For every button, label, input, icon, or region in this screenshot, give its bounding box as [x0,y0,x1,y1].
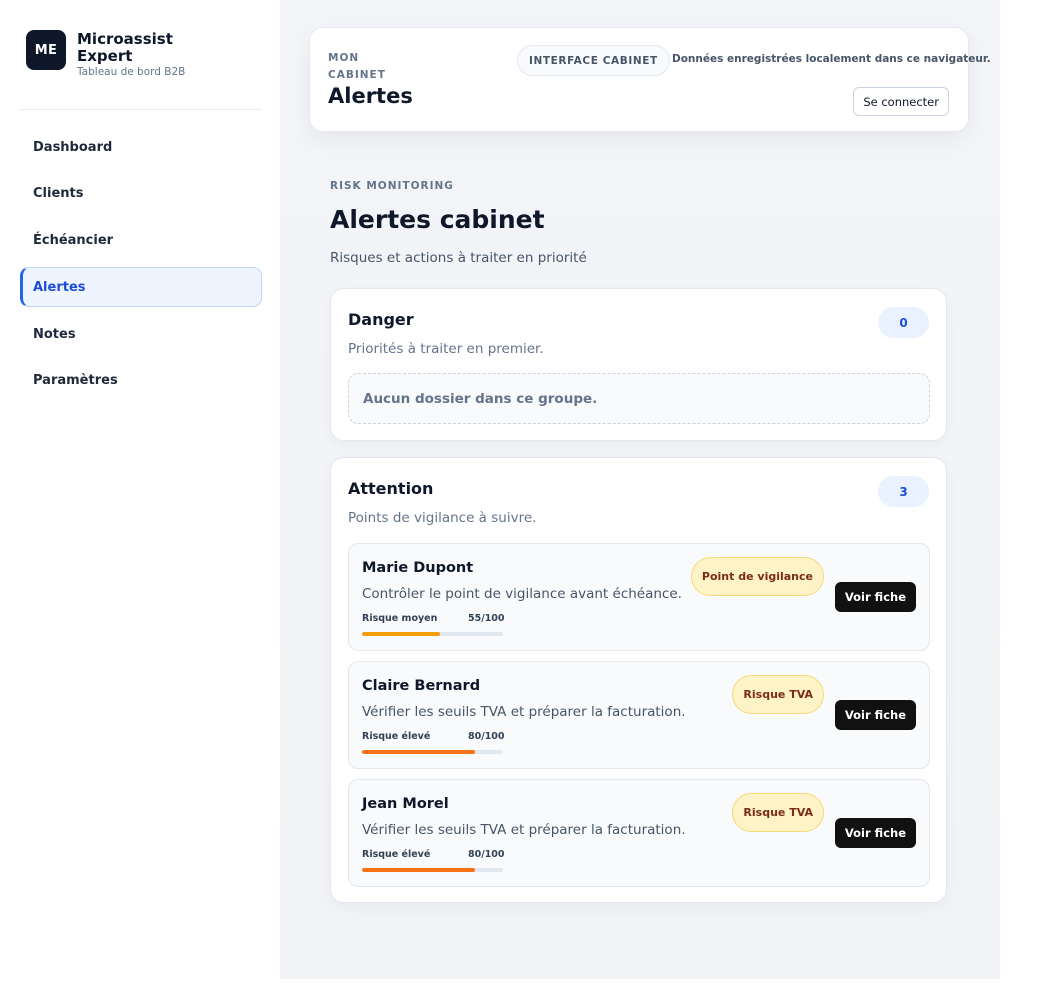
alert-description: Vérifier les seuils TVA et préparer la f… [362,704,686,720]
group-description: Priorités à traiter en premier. [348,341,544,357]
section-eyebrow: RISK MONITORING [330,180,454,192]
top-bar: MON CABINET Alertes INTERFACE CABINET Do… [309,27,991,132]
section-title: Alertes cabinet [330,205,545,234]
brand: ME Microassist Expert Tableau de bord B2… [26,30,187,78]
risk-level: Risque élevé [362,731,431,742]
sidebar-nav: Dashboard Clients Échéancier Alertes Not… [20,127,262,408]
section-subtitle: Risques et actions à traiter en priorité [330,250,587,266]
count-badge: 0 [878,307,929,338]
group-title: Attention [348,479,434,498]
brand-subtitle: Tableau de bord B2B [77,66,186,78]
alert-description: Vérifier les seuils TVA et préparer la f… [362,822,686,838]
sidebar-divider [20,109,262,110]
risk-score: 80/100 [468,731,505,742]
sidebar-item-parametres[interactable]: Paramètres [20,361,262,401]
brand-logo: ME [26,30,66,70]
count-badge: 3 [878,476,929,507]
risk-level: Risque élevé [362,849,431,860]
client-name: Claire Bernard [362,678,481,694]
risk-level: Risque moyen [362,613,438,624]
sidebar-item-clients[interactable]: Clients [20,174,262,214]
sidebar-item-dashboard[interactable]: Dashboard [20,127,262,167]
risk-progress-bar [362,632,503,636]
group-danger: Danger Priorités à traiter en premier. 0… [330,288,947,441]
view-file-button[interactable]: Voir fiche [834,700,916,730]
sidebar-item-alertes[interactable]: Alertes [20,267,262,308]
risk-progress-bar [362,868,503,872]
alert-item: Jean Morel Vérifier les seuils TVA et pr… [348,779,930,887]
risk-progress-bar [362,750,503,754]
sidebar: ME Microassist Expert Tableau de bord B2… [0,0,280,1007]
risk-progress-fill [362,750,475,754]
view-file-button[interactable]: Voir fiche [834,818,916,848]
alert-tag: Point de vigilance [690,557,824,596]
alert-item: Marie Dupont Contrôler le point de vigil… [348,543,930,651]
client-name: Jean Morel [362,796,449,812]
risk-score: 55/100 [468,613,505,624]
group-title: Danger [348,310,414,329]
risk-progress-fill [362,632,440,636]
view-file-button[interactable]: Voir fiche [834,582,916,612]
group-description: Points de vigilance à suivre. [348,510,537,526]
alert-tag: Risque TVA [732,675,824,714]
alert-tag: Risque TVA [732,793,824,832]
risk-score: 80/100 [468,849,505,860]
risk-progress-fill [362,868,475,872]
login-button[interactable]: Se connecter [853,87,949,116]
group-attention: Attention Points de vigilance à suivre. … [330,457,947,903]
storage-note: Données enregistrées localement dans ce … [672,53,991,65]
client-name: Marie Dupont [362,560,474,576]
main-content: MON CABINET Alertes INTERFACE CABINET Do… [280,0,1000,979]
sidebar-item-echeancier[interactable]: Échéancier [20,221,262,261]
brand-name: Microassist Expert [77,30,173,65]
brand-text: Microassist Expert Tableau de bord B2B [77,30,187,79]
sidebar-item-notes[interactable]: Notes [20,314,262,354]
alert-item: Claire Bernard Vérifier les seuils TVA e… [348,661,930,769]
breadcrumb: MON CABINET [328,52,386,81]
empty-state: Aucun dossier dans ce groupe. [348,373,930,424]
alert-description: Contrôler le point de vigilance avant éc… [362,586,682,602]
page-title: Alertes [328,84,413,108]
interface-badge: INTERFACE CABINET [517,45,670,76]
